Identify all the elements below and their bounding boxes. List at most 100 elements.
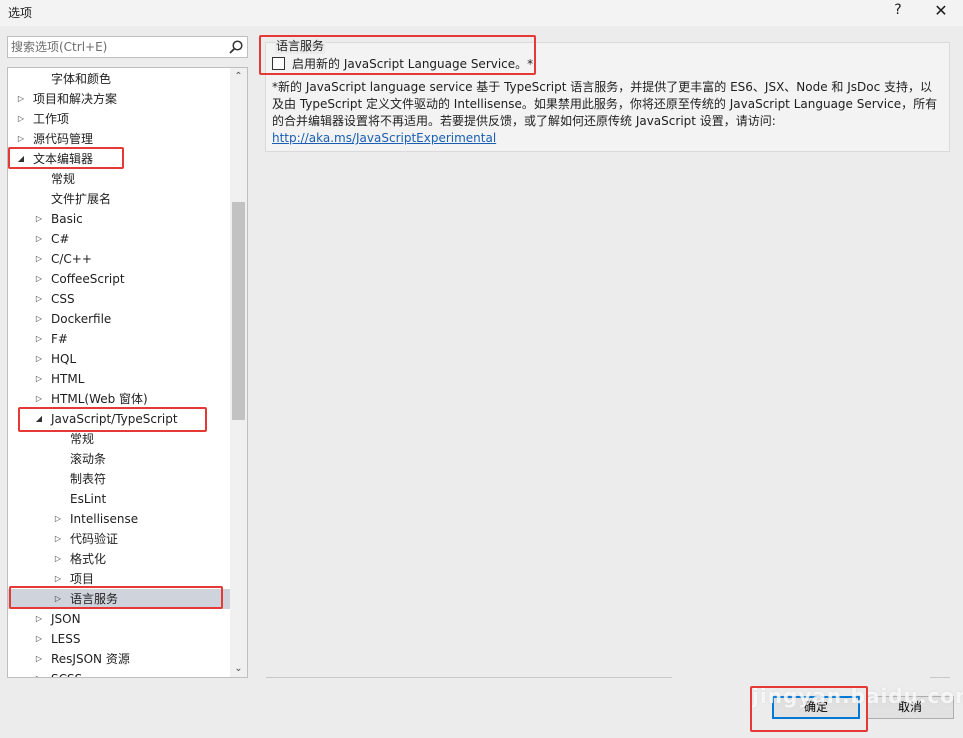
collapsed-arrow-icon[interactable]: ▷ — [34, 349, 44, 369]
collapsed-arrow-icon[interactable]: ▷ — [34, 249, 44, 269]
tree-item-label: JavaScript/TypeScript — [51, 412, 178, 426]
collapsed-arrow-icon[interactable]: ▷ — [34, 609, 44, 629]
tree-item-label: 文本编辑器 — [33, 152, 94, 166]
collapsed-arrow-icon[interactable]: ▷ — [34, 329, 44, 349]
tree-item[interactable]: ▷ 项目 — [8, 569, 230, 589]
tree-item-label: Basic — [51, 212, 83, 226]
tree-item[interactable]: ▷ LESS — [8, 629, 230, 649]
scroll-up-icon[interactable]: ⌃ — [230, 68, 247, 85]
tree-item[interactable]: 常规 — [8, 169, 230, 189]
tree-item-label: 制表符 — [70, 472, 107, 486]
tree-item-label: CSS — [51, 292, 75, 306]
title-bar: 选项 ? ✕ — [0, 0, 963, 26]
watermark: jingyan.baidu.com — [752, 684, 963, 708]
tree-item-label: JSON — [51, 612, 81, 626]
tree-item[interactable]: ▷ HTML(Web 窗体) — [8, 389, 230, 409]
tree-item-label: C/C++ — [51, 252, 92, 266]
tree-item[interactable]: 常规 — [8, 429, 230, 449]
tree-item-label: 工作项 — [33, 112, 70, 126]
tree-item-label: 常规 — [51, 172, 76, 186]
group-title: 语言服务 — [275, 37, 326, 54]
collapsed-arrow-icon[interactable]: ▷ — [16, 109, 26, 129]
bottom-separator — [266, 677, 672, 678]
tree-item-label: 字体和颜色 — [51, 72, 112, 86]
collapsed-arrow-icon[interactable]: ▷ — [34, 389, 44, 409]
tree-item-label: 滚动条 — [70, 452, 107, 466]
enable-js-service-checkbox[interactable] — [272, 57, 285, 70]
tree-item-label: HQL — [51, 352, 77, 366]
tree-item-label: 源代码管理 — [33, 132, 94, 146]
bottom-separator-right — [930, 677, 950, 678]
tree-item[interactable]: ▷ HTML — [8, 369, 230, 389]
collapsed-arrow-icon[interactable]: ▷ — [34, 369, 44, 389]
collapsed-arrow-icon[interactable]: ▷ — [34, 229, 44, 249]
tree-item[interactable]: ▷ Basic — [8, 209, 230, 229]
collapsed-arrow-icon[interactable]: ▷ — [34, 289, 44, 309]
tree-item-label: C# — [51, 232, 70, 246]
tree-item[interactable]: ▷ 工作项 — [8, 109, 230, 129]
feedback-link[interactable]: http://aka.ms/JavaScriptExperimental — [272, 131, 496, 145]
tree-item[interactable]: ▷ C# — [8, 229, 230, 249]
tree-item[interactable]: 滚动条 — [8, 449, 230, 469]
tree-item-label: F# — [51, 332, 68, 346]
options-tree[interactable]: ▷ SCSS ▷ ResJSON 资源 ▷ LESS ▷ JSON ▷ 语言服务 ▷ 项目 ▷ 格式化 ▷ 代… — [7, 67, 248, 678]
enable-js-service-label[interactable]: 启用新的 JavaScript Language Service。* — [292, 55, 533, 72]
tree-item[interactable]: ▷ F# — [8, 329, 230, 349]
tree-item[interactable]: ▷ 项目和解决方案 — [8, 89, 230, 109]
tree-item[interactable]: ▷ CoffeeScript — [8, 269, 230, 289]
tree-item-label: Intellisense — [70, 512, 139, 526]
collapsed-arrow-icon[interactable]: ▷ — [16, 129, 26, 149]
tree-item[interactable]: 制表符 — [8, 469, 230, 489]
collapsed-arrow-icon[interactable]: ▷ — [34, 309, 44, 329]
tree-item-label: HTML — [51, 372, 85, 386]
tree-item-label: 格式化 — [70, 552, 107, 566]
expanded-arrow-icon[interactable]: ◢ — [16, 149, 26, 169]
tree-item-label: 项目和解决方案 — [33, 92, 118, 106]
tree-item[interactable]: 字体和颜色 — [8, 69, 230, 89]
collapsed-arrow-icon[interactable]: ▷ — [34, 649, 44, 669]
tree-item[interactable]: ▷ CSS — [8, 289, 230, 309]
tree-item[interactable]: ▷ 语言服务 — [8, 589, 230, 609]
search-icon[interactable] — [228, 39, 244, 55]
tree-item-label: EsLint — [70, 492, 107, 506]
tree-item-label: 代码验证 — [70, 532, 119, 546]
collapsed-arrow-icon[interactable]: ▷ — [16, 89, 26, 109]
tree-item[interactable]: ▷ 源代码管理 — [8, 129, 230, 149]
tree-item-label: 文件扩展名 — [51, 192, 112, 206]
help-button[interactable]: ? — [888, 2, 908, 18]
tree-item[interactable]: ▷ Intellisense — [8, 509, 230, 529]
collapsed-arrow-icon[interactable]: ▷ — [34, 269, 44, 289]
collapsed-arrow-icon[interactable]: ▷ — [53, 529, 63, 549]
collapsed-arrow-icon[interactable]: ▷ — [53, 589, 63, 609]
tree-item[interactable]: EsLint — [8, 489, 230, 509]
tree-item[interactable]: ◢ JavaScript/TypeScript — [8, 409, 230, 429]
tree-item-label: SCSS — [51, 669, 82, 677]
tree-item[interactable]: ▷ 格式化 — [8, 549, 230, 569]
description-text: *新的 JavaScript language service 基于 TypeS… — [272, 80, 938, 128]
tree-item[interactable]: ▷ HQL — [8, 349, 230, 369]
scroll-down-icon[interactable]: ⌄ — [230, 660, 247, 677]
tree-item[interactable]: ▷ ResJSON 资源 — [8, 649, 230, 669]
tree-item[interactable]: ◢ 文本编辑器 — [8, 149, 230, 169]
expanded-arrow-icon[interactable]: ◢ — [34, 409, 44, 429]
tree-item[interactable]: ▷ Dockerfile — [8, 309, 230, 329]
tree-item[interactable]: ▷ JSON — [8, 609, 230, 629]
tree-item[interactable]: ▷ 代码验证 — [8, 529, 230, 549]
search-input[interactable] — [11, 39, 221, 55]
tree-item[interactable]: ▷ C/C++ — [8, 249, 230, 269]
collapsed-arrow-icon[interactable]: ▷ — [53, 549, 63, 569]
collapsed-arrow-icon[interactable]: ▷ — [34, 669, 44, 677]
scroll-thumb[interactable] — [232, 202, 245, 420]
collapsed-arrow-icon[interactable]: ▷ — [53, 569, 63, 589]
collapsed-arrow-icon[interactable]: ▷ — [53, 509, 63, 529]
collapsed-arrow-icon[interactable]: ▷ — [34, 209, 44, 229]
tree-item[interactable]: ▷ SCSS — [8, 669, 230, 677]
tree-item[interactable]: 文件扩展名 — [8, 189, 230, 209]
tree-item-label: 项目 — [70, 572, 95, 586]
tree-item-label: 常规 — [70, 432, 95, 446]
search-box[interactable] — [7, 36, 248, 58]
collapsed-arrow-icon[interactable]: ▷ — [34, 629, 44, 649]
close-button[interactable]: ✕ — [930, 1, 952, 20]
service-description: *新的 JavaScript language service 基于 TypeS… — [272, 79, 944, 147]
tree-scrollbar[interactable]: ⌃ ⌄ — [230, 68, 247, 677]
